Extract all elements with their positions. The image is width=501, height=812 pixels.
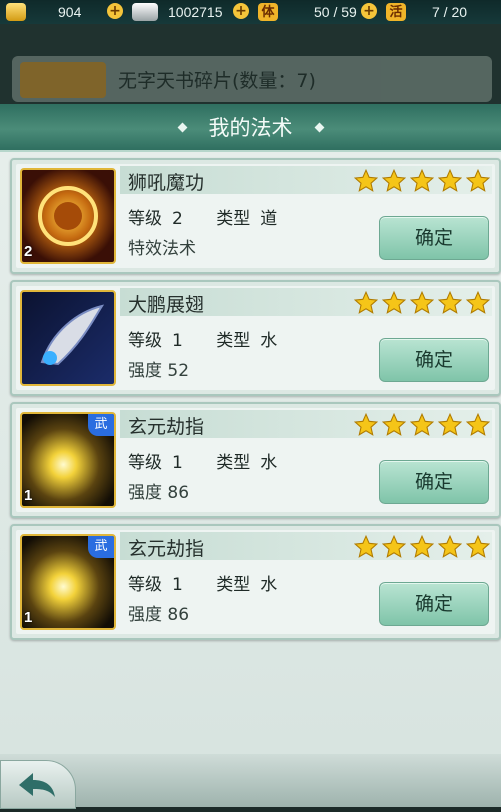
activity-counter: 活 7 / 20 [386, 2, 467, 22]
spell-card: 大鹏展翅 等级 1 类型水 强度 52 确定 [10, 280, 501, 396]
stamina-counter: 体 50 / 59 [258, 2, 357, 22]
spell-icon: 2 [20, 168, 116, 264]
background-item-label: 无字天书碎片(数量：7) [118, 70, 316, 92]
level-label: 等级 [128, 331, 162, 351]
level-label: 等级 [128, 209, 162, 229]
confirm-button[interactable]: 确定 [379, 582, 489, 626]
spell-detail: 强度 52 [128, 361, 190, 381]
silver-ingot-icon [132, 3, 158, 21]
star-icon [436, 168, 464, 194]
level-value: 1 [172, 331, 183, 351]
type-label: 类型 [216, 209, 251, 229]
spell-name: 玄元劫指 [128, 538, 205, 560]
star-icon [436, 534, 464, 560]
icon-level: 2 [24, 243, 33, 260]
activity-icon: 活 [386, 3, 406, 21]
gold-counter: 904 [6, 2, 81, 22]
gold-value: 904 [58, 4, 82, 20]
type-label: 类型 [216, 331, 251, 351]
star-icon [464, 534, 492, 560]
spell-detail: 特效法术 [128, 239, 196, 259]
level-value: 1 [172, 575, 183, 595]
type-value: 水 [260, 453, 278, 473]
type-label: 类型 [216, 575, 251, 595]
add-silver-button[interactable]: + [233, 3, 249, 19]
star-icon [408, 534, 436, 560]
type-value: 道 [260, 209, 278, 229]
wing-icon [40, 304, 105, 366]
icon-level: 1 [24, 609, 33, 626]
add-gold-button[interactable]: + [107, 3, 123, 19]
star-icon [380, 290, 408, 316]
star-rating [352, 168, 492, 194]
spell-detail: 强度 86 [128, 483, 190, 503]
star-rating [352, 412, 492, 438]
dialog-title: 我的法术 [208, 116, 293, 140]
star-icon [436, 412, 464, 438]
spell-name: 大鹏展翅 [128, 294, 205, 316]
star-icon [464, 412, 492, 438]
star-icon [352, 290, 380, 316]
spell-icon: 武 1 [20, 534, 116, 630]
star-icon [380, 534, 408, 560]
silver-counter: 1002715 [132, 2, 223, 22]
activity-value: 7 / 20 [432, 4, 468, 20]
star-rating [352, 290, 492, 316]
resource-bar: 904 + 1002715 + 体 50 / 59 + 活 7 / 20 [0, 0, 501, 25]
silver-value: 1002715 [168, 4, 223, 20]
star-icon [408, 168, 436, 194]
confirm-button[interactable]: 确定 [379, 338, 489, 382]
level-label: 等级 [128, 575, 162, 595]
star-icon [464, 290, 492, 316]
spell-card: 2 狮吼魔功 等级 2 类型道 特效法术 确定 [10, 158, 501, 274]
confirm-button[interactable]: 确定 [379, 460, 489, 504]
level-label: 等级 [128, 453, 162, 473]
star-rating [352, 534, 492, 560]
stamina-value: 50 / 59 [314, 4, 357, 20]
background-item-row: 无字天书碎片(数量：7) [12, 56, 492, 102]
type-label: 类型 [216, 453, 251, 473]
gold-ingot-icon [6, 3, 26, 21]
spell-detail: 强度 86 [128, 605, 190, 625]
star-icon [352, 534, 380, 560]
star-icon [352, 412, 380, 438]
back-arrow-icon [19, 773, 55, 797]
star-icon [380, 412, 408, 438]
icon-level: 1 [24, 487, 33, 504]
star-icon [464, 168, 492, 194]
dialog-header: 我的法术 [0, 104, 501, 152]
spell-name: 玄元劫指 [128, 416, 205, 438]
star-icon [408, 412, 436, 438]
martial-badge: 武 [88, 414, 114, 436]
spell-name: 狮吼魔功 [128, 172, 205, 194]
type-value: 水 [260, 575, 278, 595]
level-value: 2 [172, 209, 183, 229]
star-icon [352, 168, 380, 194]
add-stamina-button[interactable]: + [361, 3, 377, 19]
martial-badge: 武 [88, 536, 114, 558]
type-value: 水 [260, 331, 278, 351]
star-icon [380, 168, 408, 194]
stamina-icon: 体 [258, 3, 278, 21]
spell-icon [20, 290, 116, 386]
lion-roar-icon [38, 186, 98, 246]
spell-card: 武 1 玄元劫指 等级 1 类型水 强度 86 确定 [10, 524, 501, 640]
confirm-button[interactable]: 确定 [379, 216, 489, 260]
book-fragment-icon [20, 62, 106, 98]
star-icon [408, 290, 436, 316]
spell-card: 武 1 玄元劫指 等级 1 类型水 强度 86 确定 [10, 402, 501, 518]
star-icon [436, 290, 464, 316]
level-value: 1 [172, 453, 183, 473]
back-button[interactable] [0, 760, 76, 809]
spell-icon: 武 1 [20, 412, 116, 508]
